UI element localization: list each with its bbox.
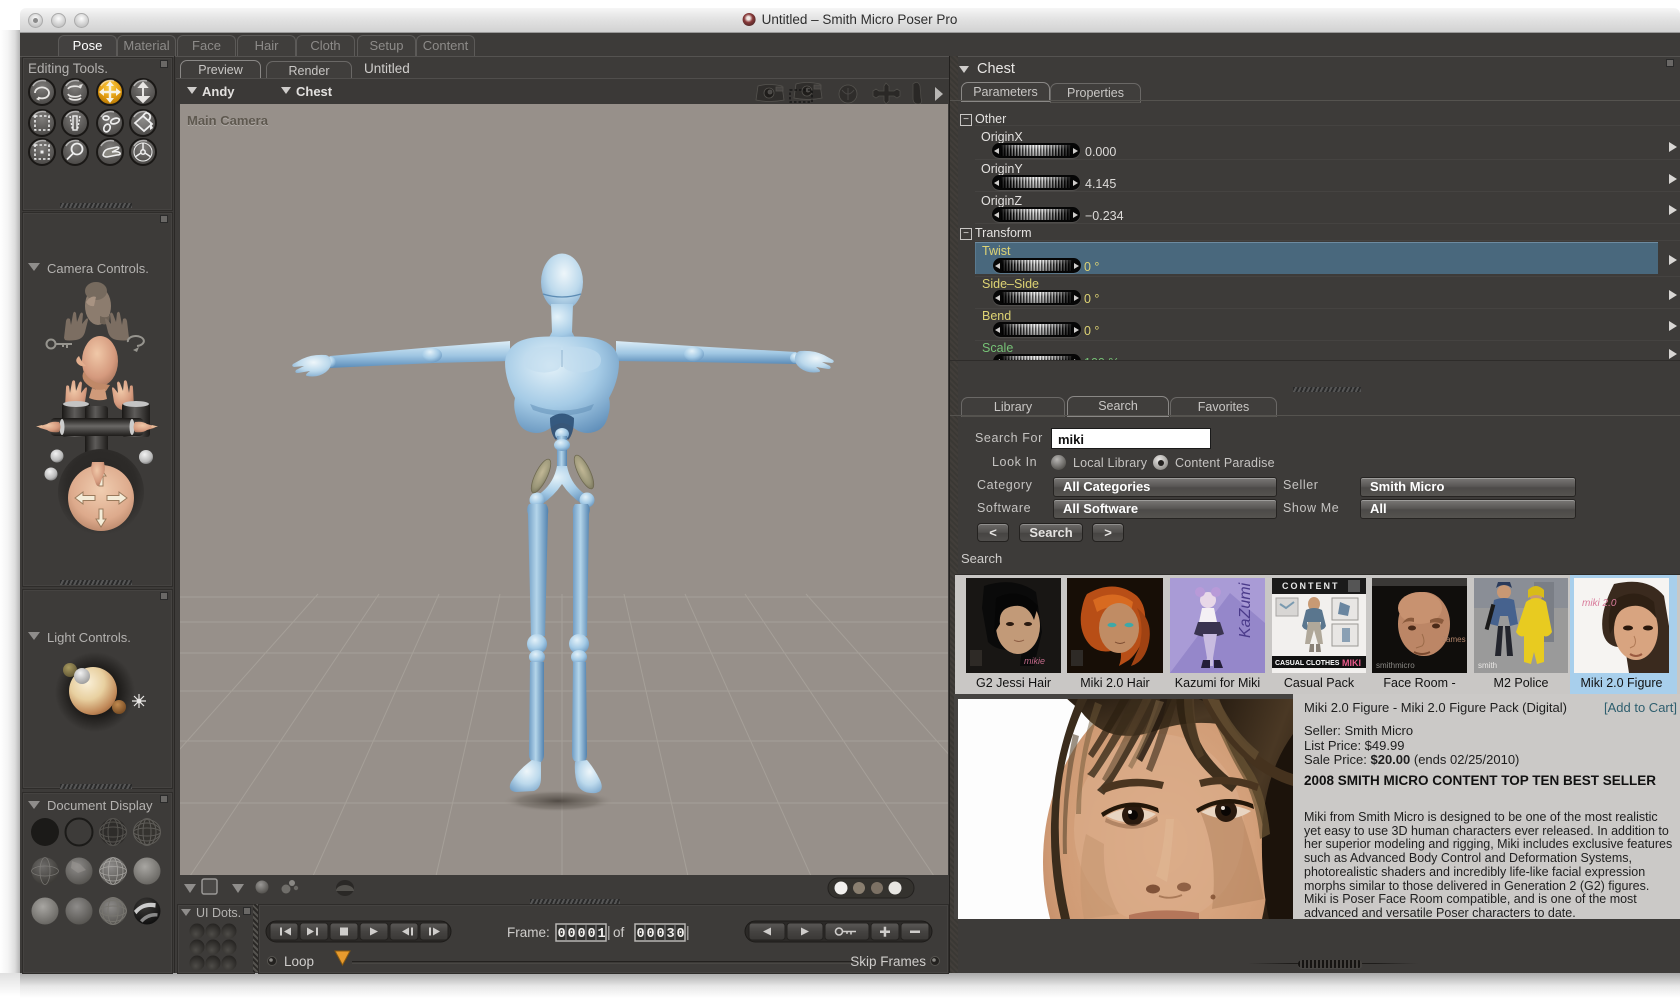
svg-text:0: 0 [677,927,685,942]
svg-text:1: 1 [598,927,606,942]
svg-text:KaZumi: KaZumi [1237,582,1254,638]
svg-text:Skip Frames: Skip Frames [850,954,926,969]
svg-text:of: of [613,925,625,940]
svg-text:miki 2.0: miki 2.0 [1582,598,1617,609]
svg-text:0: 0 [558,927,566,942]
svg-text:0: 0 [588,927,596,942]
svg-text:Loop: Loop [284,954,314,969]
svg-text:0: 0 [637,927,645,942]
svg-text:CASUAL CLOTHES: CASUAL CLOTHES [1275,660,1340,667]
svg-text:smith: smith [1478,661,1497,670]
svg-text:MIKI: MIKI [1342,658,1361,668]
svg-text:James: James [1442,635,1466,644]
svg-text:0: 0 [657,927,665,942]
svg-text:0: 0 [568,927,576,942]
svg-text:0: 0 [578,927,586,942]
svg-text:smithmicro: smithmicro [1376,661,1415,670]
svg-text:3: 3 [667,927,675,942]
svg-text:CONTENT: CONTENT [1282,581,1340,591]
svg-text:0: 0 [647,927,655,942]
svg-text:Frame:: Frame: [507,925,550,940]
svg-text:mikie: mikie [1024,656,1045,666]
